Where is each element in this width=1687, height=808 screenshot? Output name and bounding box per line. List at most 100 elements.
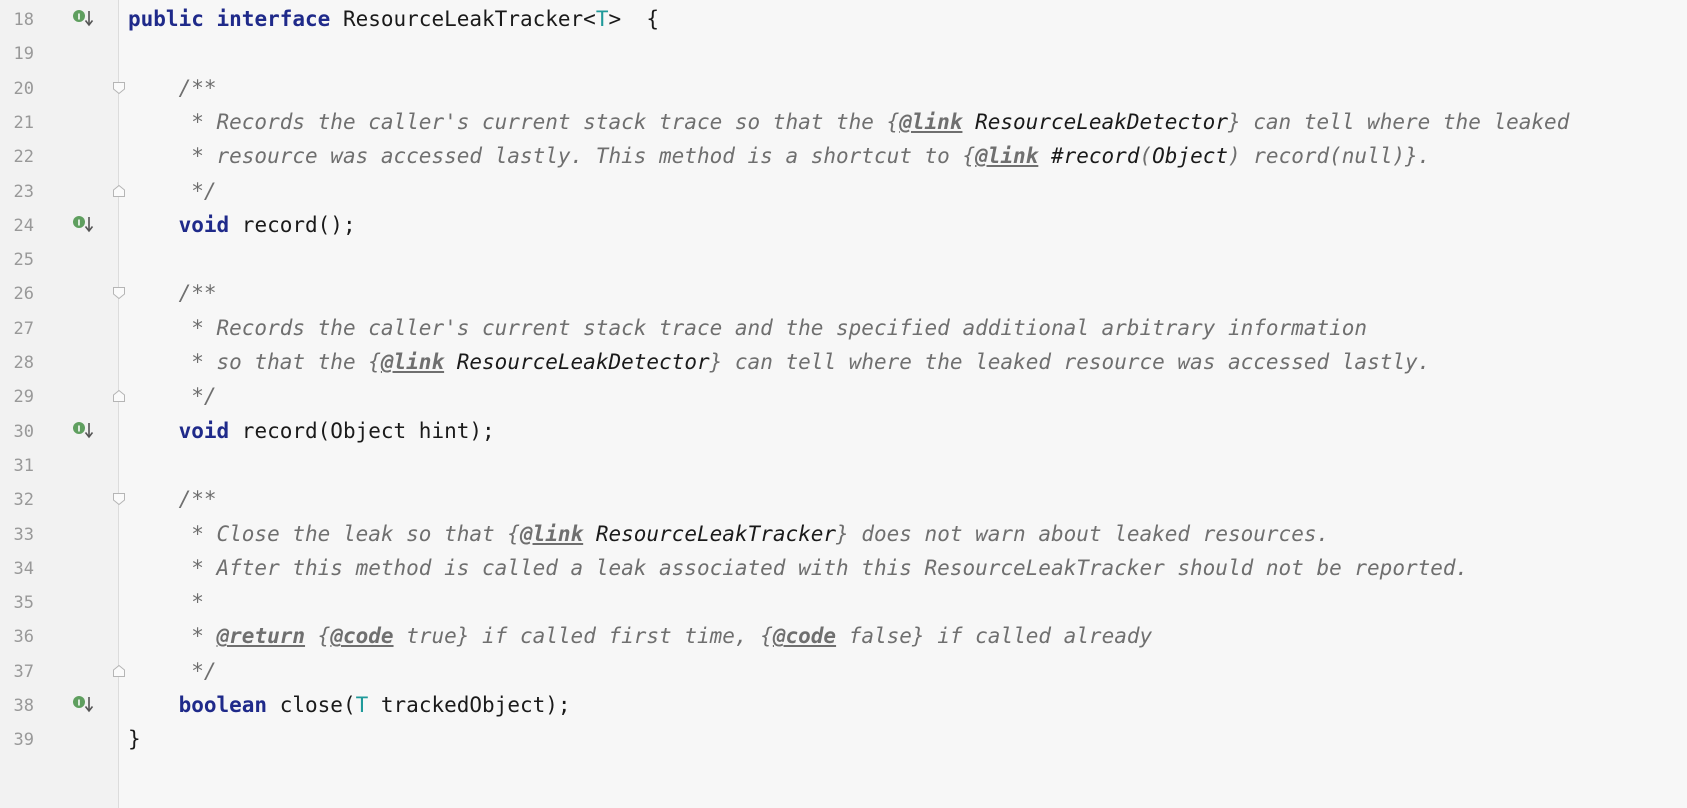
code-text[interactable]: /** — [128, 76, 217, 100]
code-text[interactable]: void record(); — [128, 213, 356, 237]
code-text[interactable]: * Records the caller's current stack tra… — [128, 316, 1367, 340]
code-token: interface — [216, 7, 343, 31]
code-line[interactable]: 28 * so that the {@link ResourceLeakDete… — [0, 344, 1687, 381]
code-token: T — [355, 693, 369, 717]
code-token: /** — [178, 281, 217, 306]
svg-text:I: I — [78, 424, 81, 433]
code-text[interactable]: */ — [128, 178, 217, 203]
code-line[interactable]: 33 * Close the leak so that {@link Resou… — [0, 516, 1687, 553]
line-number: 21 — [13, 112, 34, 133]
code-token: false} if called already — [836, 624, 1153, 649]
fold-marker-icon[interactable] — [112, 184, 126, 198]
code-text[interactable]: /** — [128, 487, 217, 511]
code-token: true} if called first time, { — [393, 624, 773, 649]
code-token: * Close the leak so that { — [178, 521, 520, 546]
code-token: ResourceLeakDetector — [456, 350, 710, 374]
fold-marker-icon[interactable] — [112, 286, 126, 300]
code-line[interactable]: 22 * resource was accessed lastly. This … — [0, 138, 1687, 175]
fold-marker-icon[interactable] — [112, 492, 126, 506]
line-number: 26 — [13, 284, 34, 305]
code-line[interactable]: 24 I void record(); — [0, 207, 1687, 244]
implementation-down-arrow-icon[interactable]: I — [72, 695, 98, 715]
code-token: * — [178, 590, 204, 615]
code-line[interactable]: 27 * Records the caller's current stack … — [0, 310, 1687, 347]
code-text[interactable]: /** — [128, 281, 217, 305]
code-text[interactable]: * resource was accessed lastly. This met… — [128, 144, 1430, 168]
code-line[interactable]: 31 — [0, 447, 1687, 484]
code-token: @link — [975, 144, 1039, 169]
code-line[interactable]: 21 * Records the caller's current stack … — [0, 104, 1687, 141]
code-text[interactable]: public interface ResourceLeakTracker<T> … — [128, 7, 659, 31]
code-token: */ — [178, 178, 217, 203]
code-text[interactable]: } — [128, 727, 141, 751]
code-token: > { — [608, 7, 660, 31]
code-line[interactable]: 29 */ — [0, 378, 1687, 415]
line-number: 29 — [13, 387, 34, 408]
code-text[interactable]: * After this method is called a leak ass… — [128, 556, 1468, 580]
implementation-down-arrow-icon[interactable]: I — [72, 9, 98, 29]
code-line[interactable]: 18 Ipublic interface ResourceLeakTracker<… — [0, 1, 1687, 38]
code-token: ResourceLeakTracker< — [342, 7, 596, 31]
code-line[interactable]: 35 * — [0, 584, 1687, 621]
code-text[interactable]: * @return {@code true} if called first t… — [128, 624, 1152, 648]
code-token: * resource was accessed lastly. This met… — [178, 144, 976, 169]
line-number: 23 — [13, 181, 34, 202]
code-token: { — [305, 624, 331, 649]
fold-marker-icon[interactable] — [112, 81, 126, 95]
fold-marker-icon[interactable] — [112, 389, 126, 403]
code-token: Object — [1152, 144, 1228, 169]
code-text[interactable]: boolean close(T trackedObject); — [128, 693, 571, 717]
code-token: #record — [1050, 144, 1140, 169]
line-number: 34 — [13, 558, 34, 579]
code-text[interactable]: * so that the {@link ResourceLeakDetecto… — [128, 350, 1430, 374]
code-line[interactable]: 19 — [0, 35, 1687, 72]
code-line[interactable]: 25 — [0, 241, 1687, 278]
code-editor[interactable]: 18 Ipublic interface ResourceLeakTracker<… — [0, 0, 1687, 808]
code-line[interactable]: 30 I void record(Object hint); — [0, 413, 1687, 450]
code-token: void — [178, 212, 242, 237]
implementation-down-arrow-icon[interactable]: I — [72, 421, 98, 441]
code-line[interactable]: 20 /** — [0, 70, 1687, 107]
code-text[interactable]: */ — [128, 659, 216, 683]
line-number: 32 — [13, 490, 34, 511]
code-text[interactable]: void record(Object hint); — [128, 419, 495, 443]
code-line[interactable]: 23 */ — [0, 173, 1687, 210]
code-text[interactable]: * Close the leak so that {@link Resource… — [128, 522, 1329, 546]
code-line[interactable]: 36 * @return {@code true} if called firs… — [0, 618, 1687, 655]
code-text[interactable]: */ — [128, 384, 216, 408]
line-number: 35 — [13, 593, 34, 614]
code-token: @link — [380, 350, 445, 374]
code-token: * — [178, 624, 217, 649]
code-line[interactable]: 38 I boolean close(T trackedObject); — [0, 687, 1687, 724]
code-text[interactable]: * — [128, 590, 204, 614]
code-line[interactable]: 26 /** — [0, 275, 1687, 312]
code-token: * After this method is called a leak ass… — [178, 555, 1469, 580]
code-token: close( — [279, 693, 356, 717]
implementation-down-arrow-icon[interactable]: I — [72, 215, 98, 235]
code-line[interactable]: 34 * After this method is called a leak … — [0, 550, 1687, 587]
code-line[interactable]: 39} — [0, 721, 1687, 758]
fold-marker-icon[interactable] — [112, 664, 126, 678]
code-text[interactable]: * Records the caller's current stack tra… — [128, 110, 1569, 134]
code-token: ResourceLeakTracker — [595, 521, 837, 546]
code-token: } does not warn about leaked resources. — [836, 521, 1330, 546]
code-token: @link — [899, 109, 963, 134]
code-line[interactable]: 32 /** — [0, 481, 1687, 518]
code-token: * so that the { — [178, 350, 381, 374]
line-number: 27 — [13, 318, 34, 339]
code-line[interactable]: 37 */ — [0, 653, 1687, 690]
line-number: 33 — [13, 524, 34, 545]
code-token: void — [178, 418, 242, 443]
